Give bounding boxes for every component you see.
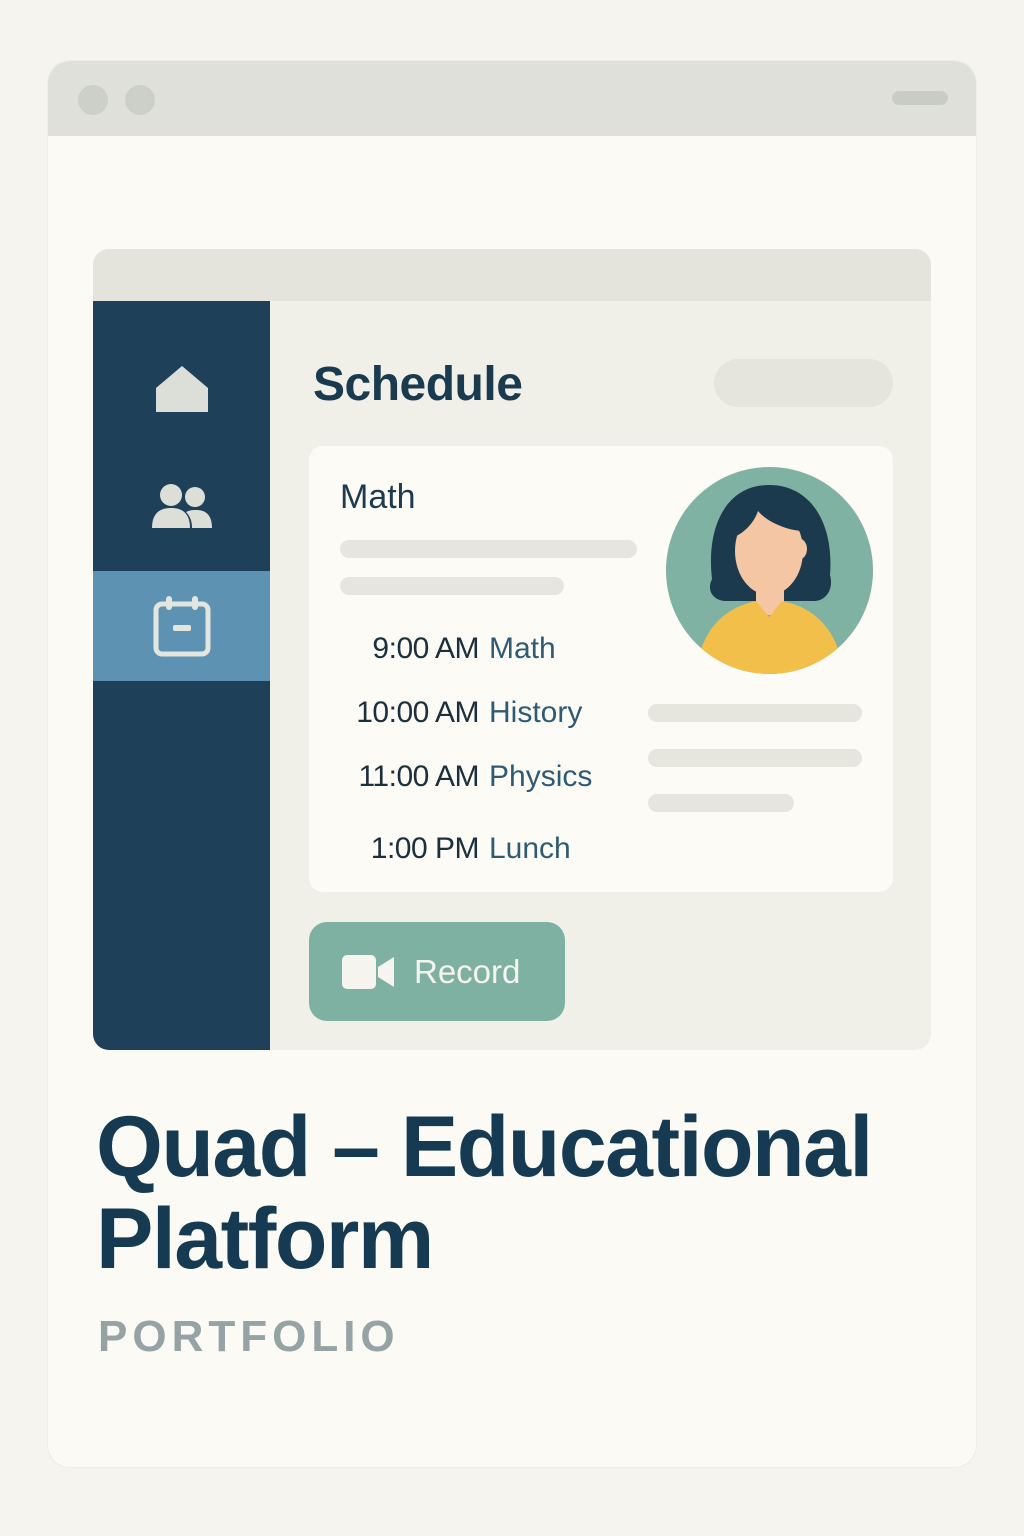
schedule-row[interactable]: 10:00 AM History	[309, 696, 639, 736]
schedule-row[interactable]: 1:00 PM Lunch	[309, 832, 639, 872]
student-avatar[interactable]	[666, 467, 873, 674]
app-mockup: Schedule Math 9:00 AM Math 10:00 AM Hist…	[93, 249, 931, 1050]
schedule-time: 11:00 AM	[358, 760, 479, 793]
window-control-dot[interactable]	[125, 85, 155, 115]
sidebar-item-calendar[interactable]	[93, 571, 270, 681]
page-title: Schedule	[313, 358, 523, 411]
schedule-subject: History	[489, 696, 583, 729]
schedule-row[interactable]: 9:00 AM Math	[309, 632, 639, 672]
schedule-subject: Lunch	[489, 832, 571, 865]
home-icon	[155, 366, 208, 412]
window-titlebar	[48, 61, 976, 136]
card-title: Math	[340, 478, 416, 516]
hero-subtitle: PORTFOLIO	[98, 1312, 400, 1361]
browser-window: Schedule Math 9:00 AM Math 10:00 AM Hist…	[48, 61, 976, 1467]
sidebar	[93, 301, 270, 1050]
search-field[interactable]	[714, 359, 893, 407]
record-button[interactable]: Record	[309, 922, 565, 1021]
text-placeholder	[648, 749, 862, 767]
titlebar-menu-pill[interactable]	[892, 91, 948, 105]
hero-title-line2: Platform	[96, 1191, 434, 1287]
hero-title: Quad – Educational Platform	[96, 1101, 956, 1285]
video-camera-icon	[342, 954, 394, 989]
schedule-card: Math 9:00 AM Math 10:00 AM History 11:00…	[309, 446, 893, 892]
calendar-icon	[153, 596, 210, 657]
schedule-panel: Schedule Math 9:00 AM Math 10:00 AM Hist…	[270, 301, 931, 1050]
student-avatar-icon	[696, 485, 844, 674]
text-placeholder	[648, 704, 862, 722]
schedule-time: 1:00 PM	[370, 832, 480, 865]
sidebar-item-users[interactable]	[93, 452, 270, 562]
schedule-time: 10:00 AM	[356, 696, 479, 729]
schedule-time: 9:00 AM	[372, 632, 479, 665]
text-placeholder	[340, 577, 564, 595]
text-placeholder	[648, 794, 794, 812]
text-placeholder	[340, 540, 637, 558]
schedule-subject: Physics	[489, 760, 593, 793]
schedule-subject: Math	[489, 632, 556, 665]
sidebar-item-home[interactable]	[93, 334, 270, 444]
app-topbar	[93, 249, 931, 301]
users-icon	[151, 484, 212, 528]
hero-title-line1: Quad – Educational	[96, 1099, 873, 1195]
window-control-dot[interactable]	[78, 85, 108, 115]
schedule-row[interactable]: 11:00 AM Physics	[309, 760, 639, 800]
record-button-label: Record	[414, 952, 521, 990]
